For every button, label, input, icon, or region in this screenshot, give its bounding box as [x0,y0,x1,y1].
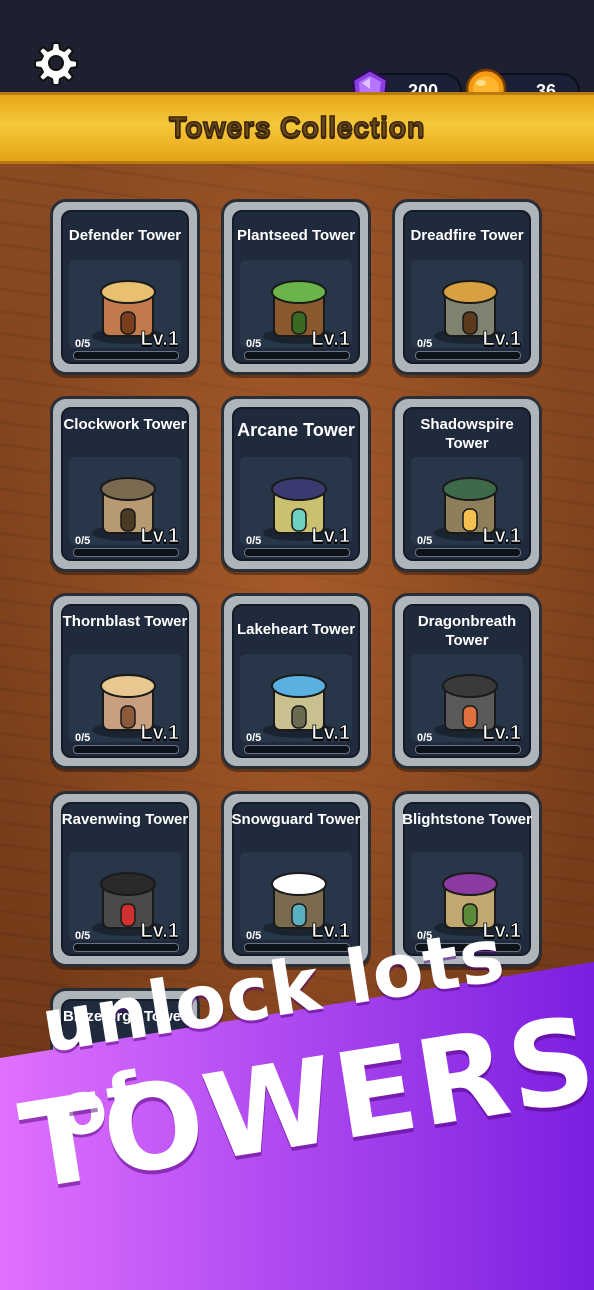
tower-level: Lv.1 [140,920,179,943]
tower-name: Defender Tower [68,227,182,244]
tower-progress-text: 0/5 [417,338,433,350]
tower-progress-text: 0/5 [417,535,433,547]
gear-icon[interactable] [34,41,78,85]
tower-card[interactable]: Dragonbreath Tower 0/5 Lv.1 [392,593,542,769]
tower-progress-bar [244,351,350,360]
tower-progress-bar [415,351,521,360]
tower-card[interactable]: Lakeheart Tower 0/5 Lv.1 [221,593,371,769]
tower-name: Dragonbreath Tower [417,613,517,649]
page-title: Towers Collection [168,111,426,145]
tower-card[interactable]: Arcane Tower 0/5 Lv.1 [221,396,371,572]
tower-level: Lv.1 [140,722,179,745]
tower-card[interactable]: Defender Tower 0/5 Lv.1 [50,199,200,375]
tower-progress-bar [73,943,179,952]
tower-progress-text: 0/5 [246,930,262,942]
tower-progress-text: 0/5 [246,732,262,744]
tower-level: Lv.1 [311,328,350,351]
tower-progress-text: 0/5 [246,338,262,350]
tower-card[interactable]: Clockwork Tower 0/5 Lv.1 [50,396,200,572]
tower-progress-text: 0/5 [75,535,91,547]
tower-level: Lv.1 [140,328,179,351]
tower-card[interactable]: Shadowspire Tower 0/5 Lv.1 [392,396,542,572]
tower-progress-text: 0/5 [75,732,91,744]
tower-progress-bar [415,745,521,754]
tower-card[interactable]: Ravenwing Tower 0/5 Lv.1 [50,791,200,967]
tower-progress-bar [244,745,350,754]
tower-level: Lv.1 [311,722,350,745]
tower-level: Lv.1 [140,525,179,548]
tower-name: Dreadfire Tower [410,227,524,244]
tower-name: Blightstone Tower [402,811,532,828]
tower-name: Thornblast Tower [62,613,188,630]
tower-level: Lv.1 [482,722,521,745]
tower-name: Lakeheart Tower [236,621,356,638]
tower-card[interactable]: Thornblast Tower 0/5 Lv.1 [50,593,200,769]
tower-card[interactable]: Dreadfire Tower 0/5 Lv.1 [392,199,542,375]
tower-card[interactable]: Plantseed Tower 0/5 Lv.1 [221,199,371,375]
tower-name: Plantseed Tower [236,227,356,244]
tower-progress-text: 0/5 [417,732,433,744]
tower-name: Ravenwing Tower [61,811,189,828]
tower-progress-bar [73,745,179,754]
tower-progress-bar [73,351,179,360]
tower-progress-text: 0/5 [246,535,262,547]
tower-level: Lv.1 [311,525,350,548]
tower-progress-text: 0/5 [75,930,91,942]
tower-progress-bar [415,548,521,557]
tower-name: Shadowspire Tower [420,416,514,452]
tower-name: Snowguard Tower [231,811,361,828]
tower-progress-text: 0/5 [75,338,91,350]
tower-progress-bar [73,548,179,557]
tower-progress-bar [244,548,350,557]
tower-name: Arcane Tower [237,420,355,440]
tower-name: Clockwork Tower [63,416,187,433]
tower-level: Lv.1 [482,525,521,548]
tower-level: Lv.1 [482,328,521,351]
